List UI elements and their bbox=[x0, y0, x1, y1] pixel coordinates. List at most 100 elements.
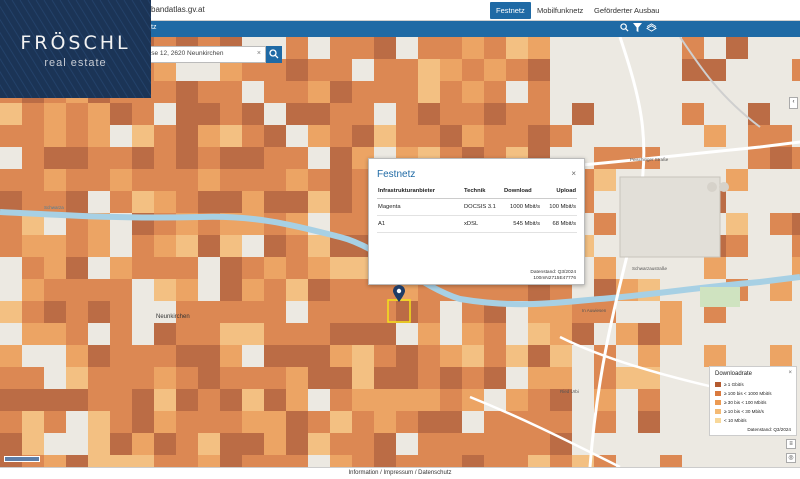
coverage-tile bbox=[440, 103, 462, 125]
tab-mobilfunknetz[interactable]: Mobilfunknetz bbox=[531, 2, 589, 19]
coverage-tile bbox=[22, 411, 44, 433]
coverage-tile bbox=[308, 169, 330, 191]
coverage-tile bbox=[66, 323, 88, 345]
search-input[interactable]: sse 12, 2620 Neunkirchen bbox=[148, 50, 224, 57]
coverage-tile bbox=[176, 389, 198, 411]
coverage-tile bbox=[66, 279, 88, 301]
layers-icon[interactable] bbox=[644, 22, 658, 36]
coverage-tile bbox=[110, 411, 132, 433]
coverage-tile bbox=[220, 367, 242, 389]
footer: Information / Impressum / Datenschutz bbox=[0, 467, 800, 479]
coverage-tile bbox=[528, 367, 550, 389]
coverage-tile bbox=[132, 191, 154, 213]
coverage-tile bbox=[110, 103, 132, 125]
coverage-tile bbox=[286, 37, 308, 59]
coverage-tile bbox=[594, 257, 616, 279]
footer-links[interactable]: Information / Impressum / Datenschutz bbox=[0, 470, 800, 476]
coverage-tile bbox=[594, 213, 616, 235]
coverage-tile bbox=[44, 301, 66, 323]
coverage-tile bbox=[308, 411, 330, 433]
search-icon[interactable] bbox=[617, 22, 631, 36]
coverage-tile bbox=[0, 169, 22, 191]
site-url: bandatlas.gv.at bbox=[151, 5, 205, 14]
coverage-tile bbox=[286, 433, 308, 455]
coverage-tile bbox=[88, 345, 110, 367]
coverage-tile bbox=[198, 125, 220, 147]
coverage-tile bbox=[176, 103, 198, 125]
coverage-tile bbox=[176, 147, 198, 169]
coverage-tile bbox=[396, 103, 418, 125]
coverage-tile bbox=[418, 59, 440, 81]
side-panel-toggle[interactable]: ‹ bbox=[789, 97, 798, 109]
coverage-tile bbox=[154, 433, 176, 455]
coverage-tile bbox=[726, 37, 748, 59]
coverage-tile bbox=[198, 235, 220, 257]
coverage-tile bbox=[748, 103, 770, 125]
tab-gefoerderter-ausbau[interactable]: Geförderter Ausbau bbox=[588, 2, 665, 19]
coverage-tile bbox=[66, 367, 88, 389]
coverage-tile bbox=[484, 455, 506, 467]
coverage-tile bbox=[110, 389, 132, 411]
coverage-tile bbox=[242, 191, 264, 213]
coverage-tile bbox=[264, 345, 286, 367]
coverage-tile bbox=[330, 37, 352, 59]
coverage-tile bbox=[154, 323, 176, 345]
coverage-tile bbox=[22, 433, 44, 455]
coverage-tile bbox=[770, 345, 792, 367]
legend-swatch bbox=[715, 418, 721, 423]
coverage-tile bbox=[396, 59, 418, 81]
coverage-tile bbox=[440, 433, 462, 455]
clear-icon[interactable]: × bbox=[257, 50, 261, 57]
coverage-tile bbox=[88, 169, 110, 191]
coverage-tile bbox=[132, 235, 154, 257]
coverage-tile bbox=[242, 103, 264, 125]
coverage-tile bbox=[22, 103, 44, 125]
coverage-tile bbox=[352, 323, 374, 345]
coverage-tile bbox=[352, 125, 374, 147]
legend-item: ≥ 30 bis < 100 Mbit/s bbox=[715, 399, 766, 406]
coverage-tile bbox=[66, 345, 88, 367]
coverage-tile bbox=[110, 301, 132, 323]
coverage-tile bbox=[308, 59, 330, 81]
coverage-tile bbox=[286, 59, 308, 81]
locate-icon[interactable]: ◎ bbox=[786, 453, 796, 463]
coverage-tile bbox=[286, 81, 308, 103]
map-label-street: Peischinger Straße bbox=[630, 157, 669, 162]
close-icon[interactable]: × bbox=[788, 370, 792, 376]
close-icon[interactable]: × bbox=[571, 169, 576, 178]
table-cell: 545 Mbit/s bbox=[503, 215, 541, 233]
address-search[interactable]: sse 12, 2620 Neunkirchen × bbox=[142, 46, 266, 63]
coverage-tile bbox=[528, 455, 550, 467]
legend-label: ≥ 1 Gbit/s bbox=[724, 382, 744, 387]
coverage-tile bbox=[726, 235, 748, 257]
location-pin-icon[interactable] bbox=[393, 285, 405, 302]
coverage-tile bbox=[198, 147, 220, 169]
coverage-tile bbox=[264, 191, 286, 213]
coverage-tile bbox=[242, 301, 264, 323]
coverage-tile bbox=[374, 345, 396, 367]
legend-label: < 10 Mbit/s bbox=[724, 418, 747, 423]
map-label-area: In Auwiesen bbox=[582, 308, 607, 313]
search-button[interactable] bbox=[266, 46, 282, 63]
tab-festnetz[interactable]: Festnetz bbox=[490, 2, 531, 19]
coverage-tile bbox=[154, 411, 176, 433]
legend-label: ≥ 100 bis < 1000 Mbit/s bbox=[724, 391, 772, 396]
coverage-tile bbox=[264, 279, 286, 301]
coverage-tile bbox=[418, 125, 440, 147]
coverage-tile bbox=[330, 147, 352, 169]
coverage-tile bbox=[352, 389, 374, 411]
coverage-tile bbox=[506, 37, 528, 59]
coverage-tile bbox=[220, 81, 242, 103]
coverage-tile bbox=[704, 125, 726, 147]
layers-control-icon[interactable]: ≡ bbox=[786, 439, 796, 449]
coverage-tile bbox=[506, 433, 528, 455]
coverage-tile bbox=[264, 389, 286, 411]
coverage-tile bbox=[66, 257, 88, 279]
green-area bbox=[700, 287, 740, 307]
coverage-tile bbox=[132, 455, 154, 467]
filter-icon[interactable] bbox=[630, 22, 644, 36]
coverage-tile bbox=[484, 433, 506, 455]
coverage-tile bbox=[110, 455, 132, 467]
table-cell: Magenta bbox=[377, 198, 463, 216]
coverage-tile bbox=[176, 191, 198, 213]
